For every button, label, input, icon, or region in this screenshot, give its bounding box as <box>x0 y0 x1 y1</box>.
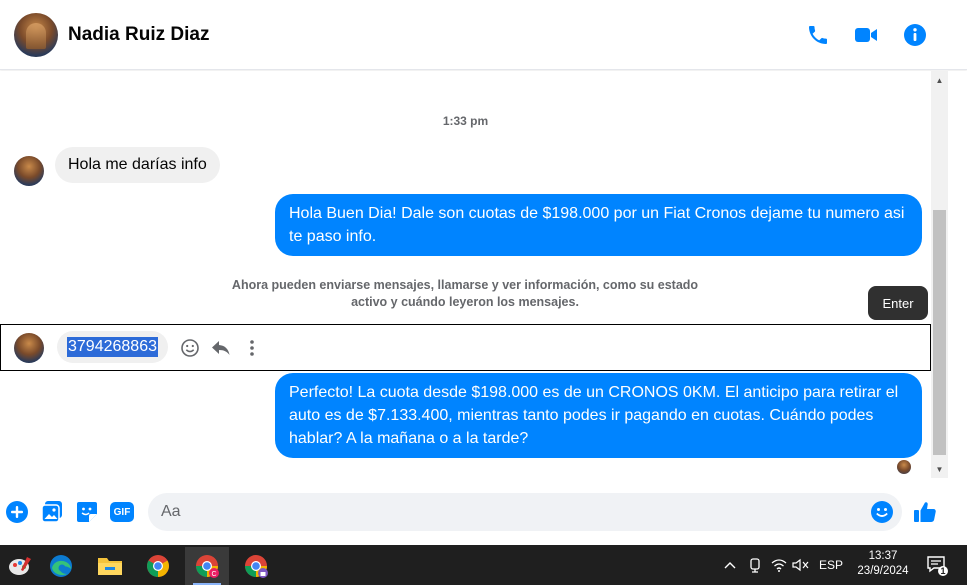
wifi-icon[interactable] <box>768 545 790 585</box>
outgoing-message-bubble[interactable]: Perfecto! La cuota desde $198.000 es de … <box>275 373 922 458</box>
contact-avatar-small[interactable] <box>14 156 44 186</box>
clock-date: 23/9/2024 <box>857 565 909 577</box>
notification-badge: 1 <box>940 566 946 576</box>
info-icon[interactable] <box>902 22 928 48</box>
scroll-thumb[interactable] <box>933 210 946 455</box>
clock-time: 13:37 <box>868 550 898 562</box>
chrome-profile-lock-icon[interactable] <box>234 547 278 585</box>
tray-chevron-up-icon[interactable] <box>720 545 740 585</box>
message-timestamp: 1:33 pm <box>442 114 489 128</box>
phone-number-bubble[interactable]: 3794268863 <box>57 331 168 363</box>
reply-icon[interactable] <box>210 337 232 359</box>
language-indicator[interactable]: ESP <box>816 545 846 585</box>
contact-name[interactable]: Nadia Ruiz Diaz <box>68 24 209 46</box>
more-vertical-icon[interactable] <box>241 337 263 359</box>
system-notice: Ahora pueden enviarse mensajes, llamarse… <box>231 278 699 309</box>
message-composer: GIF <box>0 478 967 545</box>
chrome-profile-c-icon[interactable]: C <box>185 547 229 585</box>
window-edge <box>948 71 967 478</box>
file-explorer-icon[interactable] <box>88 547 132 585</box>
smiley-icon[interactable] <box>179 337 201 359</box>
chat-header: Nadia Ruiz Diaz <box>0 0 967 70</box>
enter-tooltip: Enter <box>868 286 928 320</box>
sticker-icon[interactable] <box>74 499 100 525</box>
contact-avatar-small[interactable] <box>14 333 44 363</box>
video-camera-icon[interactable] <box>853 22 879 48</box>
edge-icon[interactable] <box>39 547 83 585</box>
scroll-up-arrow-icon[interactable]: ▲ <box>931 73 948 87</box>
hovered-message-row[interactable]: 3794268863 <box>0 324 931 371</box>
svg-text:C: C <box>211 571 216 578</box>
photo-icon[interactable] <box>39 499 65 525</box>
contact-avatar[interactable] <box>14 13 58 57</box>
phone-icon[interactable] <box>805 22 831 48</box>
volume-muted-icon[interactable] <box>790 545 812 585</box>
gif-icon[interactable]: GIF <box>109 499 135 525</box>
read-receipt-avatar <box>897 460 911 474</box>
plus-icon[interactable] <box>4 499 30 525</box>
thumbs-up-icon[interactable] <box>912 499 938 525</box>
windows-taskbar: C ESP 13:37 23/9/2024 1 <box>0 545 967 585</box>
scroll-down-arrow-icon[interactable]: ▼ <box>931 462 948 476</box>
incoming-message-bubble[interactable]: Hola me darías info <box>55 147 220 183</box>
message-input[interactable] <box>148 493 902 531</box>
gif-label: GIF <box>113 506 131 518</box>
message-list[interactable]: 1:33 pm Hola me darías info Hola Buen Di… <box>0 71 931 478</box>
outgoing-message-bubble[interactable]: Hola Buen Dia! Dale son cuotas de $198.0… <box>275 194 922 256</box>
paint-icon[interactable] <box>0 547 42 585</box>
emoji-icon[interactable] <box>869 499 895 525</box>
chrome-icon[interactable] <box>136 547 180 585</box>
selected-phone-number[interactable]: 3794268863 <box>67 337 158 357</box>
taskbar-clock[interactable]: 13:37 23/9/2024 <box>848 549 918 579</box>
tray-meet-icon[interactable] <box>744 545 766 585</box>
notification-center-icon[interactable]: 1 <box>922 545 952 585</box>
chat-scrollbar[interactable]: ▲ ▼ <box>931 71 948 478</box>
